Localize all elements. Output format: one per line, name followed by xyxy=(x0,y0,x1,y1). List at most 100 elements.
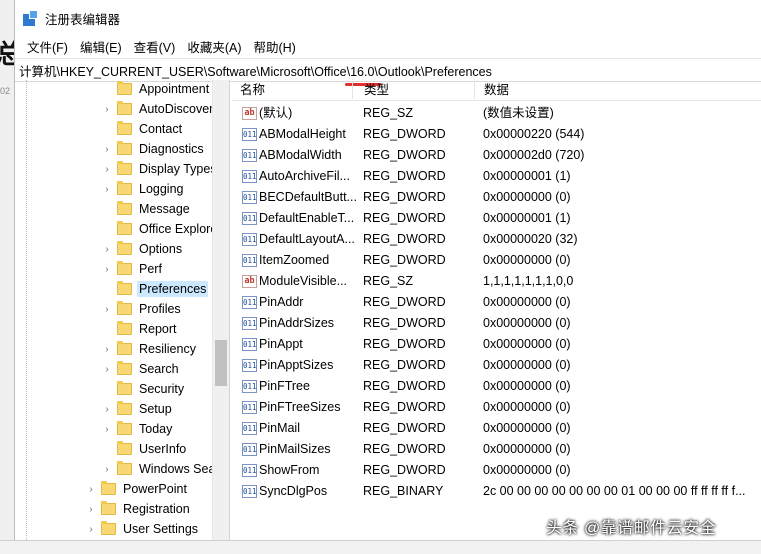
binary-value-icon: 011 xyxy=(242,317,257,330)
chevron-right-icon[interactable]: › xyxy=(101,344,113,355)
value-row[interactable]: 011 PinMailSizes REG_DWORD 0x00000000 (0) xyxy=(232,439,761,460)
value-name: PinAppt xyxy=(259,337,303,351)
tree-item[interactable]: › Profiles xyxy=(101,299,183,319)
chevron-right-icon[interactable]: › xyxy=(101,404,113,415)
tree-item[interactable]: Report xyxy=(101,319,179,339)
column-separator[interactable] xyxy=(474,82,475,99)
value-row[interactable]: 011 PinMail REG_DWORD 0x00000000 (0) xyxy=(232,418,761,439)
menu-view[interactable]: 查看(V) xyxy=(128,37,182,56)
value-data: 0x00000000 (0) xyxy=(483,421,571,435)
tree-item-label: Diagnostics xyxy=(139,142,204,156)
chevron-right-icon[interactable]: › xyxy=(101,184,113,195)
scrollbar-thumb[interactable] xyxy=(215,340,227,386)
chevron-right-icon[interactable]: › xyxy=(101,364,113,375)
chevron-right-icon[interactable]: › xyxy=(101,264,113,275)
chevron-right-icon[interactable]: › xyxy=(101,164,113,175)
value-type: REG_DWORD xyxy=(363,337,446,351)
chevron-right-icon[interactable]: › xyxy=(101,144,113,155)
value-name: PinAddrSizes xyxy=(259,316,335,330)
tree-item[interactable]: › Search xyxy=(101,359,181,379)
column-separator[interactable] xyxy=(352,82,353,99)
folder-icon xyxy=(117,301,132,315)
column-header-name[interactable]: 名称 xyxy=(232,80,352,101)
tree-item-label: UserInfo xyxy=(139,442,187,456)
menu-edit[interactable]: 编辑(E) xyxy=(74,37,128,56)
value-row[interactable]: 011 ShowFrom REG_DWORD 0x00000000 (0) xyxy=(232,460,761,481)
tree-item[interactable]: › User Settings xyxy=(85,519,200,539)
value-name: PinMail xyxy=(259,421,300,435)
value-data: 0x00000000 (0) xyxy=(483,190,571,204)
value-type: REG_DWORD xyxy=(363,169,446,183)
tree-item[interactable]: Office Explore xyxy=(101,219,219,239)
menu-help[interactable]: 帮助(H) xyxy=(247,37,301,56)
value-row[interactable]: 011 DefaultEnableT... REG_DWORD 0x00000001 … xyxy=(232,208,761,229)
tree-item[interactable]: › Logging xyxy=(101,179,186,199)
value-row[interactable]: 011 ItemZoomed REG_DWORD 0x00000000 (0) xyxy=(232,250,761,271)
value-row[interactable]: 011 PinAddr REG_DWORD 0x00000000 (0) xyxy=(232,292,761,313)
chevron-right-icon[interactable]: › xyxy=(101,464,113,475)
value-row[interactable]: 011 PinApptSizes REG_DWORD 0x00000000 (0) xyxy=(232,355,761,376)
tree-item[interactable]: › AutoDiscover xyxy=(101,99,215,119)
title-bar[interactable]: 注册表编辑器 xyxy=(15,0,761,36)
address-path[interactable]: 计算机\HKEY_CURRENT_USER\Software\Microsoft… xyxy=(19,61,492,80)
chevron-right-icon[interactable]: › xyxy=(101,424,113,435)
value-row[interactable]: 011 AutoArchiveFil... REG_DWORD 0x00000001 … xyxy=(232,166,761,187)
column-header-data[interactable]: 数据 xyxy=(476,80,756,101)
tree-item[interactable]: Contact xyxy=(101,119,184,139)
value-row[interactable]: 011 ABModalHeight REG_DWORD 0x00000220 (544… xyxy=(232,124,761,145)
value-row[interactable]: ab ModuleVisible... REG_SZ 1,1,1,1,1,1,1,0,… xyxy=(232,271,761,292)
chevron-right-icon[interactable]: › xyxy=(101,244,113,255)
value-type: REG_DWORD xyxy=(363,400,446,414)
string-value-icon: ab xyxy=(242,275,257,288)
tree-item-label: Message xyxy=(139,202,190,216)
tree-item[interactable]: Security xyxy=(101,379,186,399)
tree-item[interactable]: › Resiliency xyxy=(101,339,198,359)
value-row[interactable]: 011 SyncDlgPos REG_BINARY 2c 00 00 00 00 00… xyxy=(232,481,761,502)
tree-item[interactable]: Appointment xyxy=(101,80,211,99)
value-row[interactable]: 011 PinFTree REG_DWORD 0x00000000 (0) xyxy=(232,376,761,397)
value-row[interactable]: ab (默认) REG_SZ (数值未设置) xyxy=(232,103,761,124)
menu-favorites[interactable]: 收藏夹(A) xyxy=(181,37,247,56)
folder-icon xyxy=(117,281,132,295)
tree-guide-line xyxy=(26,80,27,540)
tree-item-label: Report xyxy=(139,322,177,336)
chevron-right-icon[interactable]: › xyxy=(85,484,97,495)
chevron-right-icon[interactable]: › xyxy=(85,504,97,515)
value-type: REG_DWORD xyxy=(363,232,446,246)
tree-item[interactable]: › Today xyxy=(101,419,174,439)
value-type: REG_DWORD xyxy=(363,295,446,309)
value-type: REG_DWORD xyxy=(363,442,446,456)
tree-scrollbar[interactable] xyxy=(212,80,229,540)
tree-item[interactable]: › PowerPoint xyxy=(85,479,189,499)
tree-item-label: Logging xyxy=(139,182,184,196)
value-row[interactable]: 011 PinAddrSizes REG_DWORD 0x00000000 (0) xyxy=(232,313,761,334)
tree-item[interactable]: › Setup xyxy=(101,399,174,419)
value-row[interactable]: 011 BECDefaultButt... REG_DWORD 0x00000000 … xyxy=(232,187,761,208)
folder-icon xyxy=(117,361,132,375)
folder-icon xyxy=(117,221,132,235)
value-type: REG_DWORD xyxy=(363,379,446,393)
tree-item[interactable]: › Windows Sea xyxy=(101,459,217,479)
tree-item[interactable]: › Diagnostics xyxy=(101,139,206,159)
value-row[interactable]: 011 PinFTreeSizes REG_DWORD 0x00000000 (0) xyxy=(232,397,761,418)
menu-file[interactable]: 文件(F) xyxy=(21,37,74,56)
chevron-right-icon[interactable]: › xyxy=(101,104,113,115)
tree-item[interactable]: › Perf xyxy=(101,259,164,279)
chevron-right-icon[interactable]: › xyxy=(85,524,97,535)
chevron-right-icon[interactable]: › xyxy=(101,304,113,315)
value-row[interactable]: 011 PinAppt REG_DWORD 0x00000000 (0) xyxy=(232,334,761,355)
value-row[interactable]: 011 ABModalWidth REG_DWORD 0x000002d0 (720) xyxy=(232,145,761,166)
column-header-type[interactable]: 类型 xyxy=(356,80,474,101)
tree-item[interactable]: › Registration xyxy=(85,499,192,519)
address-bar[interactable]: 计算机\HKEY_CURRENT_USER\Software\Microsoft… xyxy=(15,58,761,86)
tree-item[interactable]: › Display Types xyxy=(101,159,219,179)
value-data: 0x00000000 (0) xyxy=(483,400,571,414)
tree-item[interactable]: UserInfo xyxy=(101,439,188,459)
status-bar xyxy=(0,540,761,554)
value-name: PinApptSizes xyxy=(259,358,334,372)
tree-item[interactable]: › Options xyxy=(101,239,184,259)
tree-item-label: User Settings xyxy=(123,522,199,536)
tree-item[interactable]: Message xyxy=(101,199,192,219)
tree-item[interactable]: Preferences xyxy=(101,279,209,299)
value-row[interactable]: 011 DefaultLayoutA... REG_DWORD 0x00000020 … xyxy=(232,229,761,250)
